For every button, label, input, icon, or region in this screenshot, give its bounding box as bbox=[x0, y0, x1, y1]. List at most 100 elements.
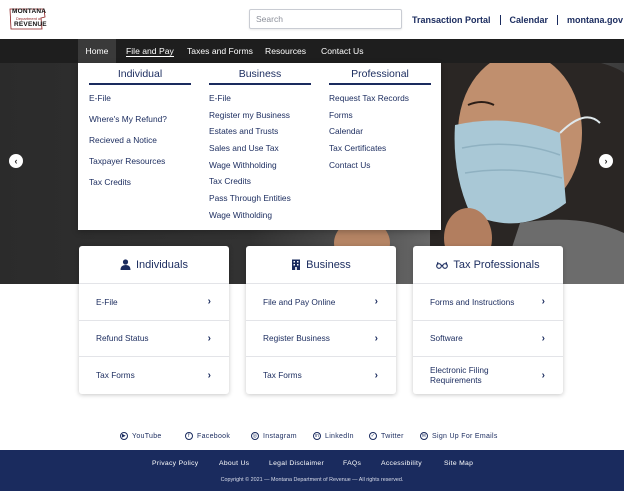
linkedin-icon: in bbox=[313, 432, 321, 440]
dropdown-link[interactable]: Taxpayer Resources bbox=[89, 156, 191, 177]
dropdown-link[interactable]: Recieved a Notice bbox=[89, 135, 191, 156]
dropdown-link[interactable]: Tax Credits bbox=[89, 177, 191, 198]
chevron-right-icon: › bbox=[541, 369, 545, 381]
footer-link-faqs[interactable]: FAQs bbox=[343, 460, 361, 467]
dropdown-link[interactable]: E-File bbox=[89, 93, 191, 114]
dropdown-link[interactable]: Wage Withholding bbox=[209, 160, 311, 177]
dropdown-link[interactable]: Sales and Use Tax bbox=[209, 143, 311, 160]
chevron-right-icon: › bbox=[374, 296, 378, 308]
nav-resources[interactable]: Resources bbox=[265, 39, 306, 63]
instagram-icon: ◎ bbox=[251, 432, 259, 440]
card-header: Tax Professionals bbox=[413, 246, 563, 284]
nav-taxes-and-forms[interactable]: Taxes and Forms bbox=[187, 39, 253, 63]
dropdown-heading-business: Business bbox=[238, 68, 282, 80]
dropdown-link[interactable]: E-File bbox=[209, 93, 311, 110]
twitter-link[interactable]: ✓ Twitter bbox=[369, 432, 404, 440]
facebook-icon: f bbox=[185, 432, 193, 440]
dropdown-link[interactable]: Pass Through Entities bbox=[209, 193, 311, 210]
montana-gov-link[interactable]: montana.gov bbox=[567, 15, 623, 25]
card-link-label: Electronic Filing Requirements bbox=[430, 365, 489, 386]
facebook-link[interactable]: f Facebook bbox=[185, 432, 230, 440]
card-header: Business bbox=[246, 246, 396, 284]
card-link-label: Forms and Instructions bbox=[430, 296, 515, 307]
dropdown-link[interactable]: Tax Certificates bbox=[329, 143, 431, 160]
card-title: Tax Professionals bbox=[453, 258, 540, 271]
card-link-label: Refund Status bbox=[96, 333, 149, 344]
dropdown-col-business: Business E-File Register my Business Est… bbox=[209, 68, 311, 227]
divider bbox=[557, 15, 559, 25]
twitter-icon: ✓ bbox=[369, 432, 377, 440]
calendar-link[interactable]: Calendar bbox=[510, 15, 549, 25]
dropdown-link[interactable]: Wage Witholding bbox=[209, 210, 311, 227]
youtube-link[interactable]: ▶ YouTube bbox=[120, 432, 162, 440]
social-label: LinkedIn bbox=[325, 432, 354, 440]
card-individuals: Individuals E-File › Refund Status › Tax F… bbox=[79, 246, 229, 394]
card-link-label: File and Pay Online bbox=[263, 296, 336, 307]
card-link-tax-forms[interactable]: Tax Forms › bbox=[246, 357, 396, 394]
divider bbox=[329, 83, 431, 85]
card-link-e-file[interactable]: E-File › bbox=[79, 284, 229, 321]
card-title: Individuals bbox=[136, 258, 188, 271]
card-business: Business File and Pay Online › Register B… bbox=[246, 246, 396, 394]
dropdown-link[interactable]: Where's My Refund? bbox=[89, 114, 191, 135]
divider bbox=[209, 83, 311, 85]
social-label: Facebook bbox=[197, 432, 231, 440]
linkedin-link[interactable]: in LinkedIn bbox=[313, 432, 354, 440]
glasses-icon bbox=[436, 261, 449, 269]
email-icon: ✉ bbox=[420, 432, 428, 440]
social-label: Twitter bbox=[381, 432, 404, 440]
card-link-label: Register Business bbox=[263, 333, 330, 344]
montana-revenue-logo[interactable]: MONTANA Department of REVENUE bbox=[8, 7, 48, 33]
footer-link-privacy-policy[interactable]: Privacy Policy bbox=[152, 460, 199, 467]
dropdown-link[interactable]: Forms bbox=[329, 110, 431, 127]
search-input[interactable] bbox=[249, 9, 402, 29]
dropdown-link[interactable]: Contact Us bbox=[329, 160, 431, 177]
carousel-prev-button[interactable]: ‹ bbox=[9, 154, 23, 168]
instagram-link[interactable]: ◎ Instagram bbox=[251, 432, 297, 440]
file-and-pay-dropdown: Individual E-File Where's My Refund? Rec… bbox=[78, 63, 441, 230]
card-link-label: Tax Forms bbox=[263, 370, 302, 381]
card-link-forms-and-instructions[interactable]: Forms and Instructions › bbox=[413, 284, 563, 321]
dropdown-link[interactable]: Calendar bbox=[329, 126, 431, 143]
social-label: YouTube bbox=[132, 432, 162, 440]
card-link-label: Tax Forms bbox=[96, 370, 135, 381]
dropdown-link[interactable]: Estates and Trusts bbox=[209, 126, 311, 143]
logo-text-revenue: REVENUE bbox=[14, 21, 47, 28]
chevron-right-icon: › bbox=[541, 296, 545, 308]
nav-contact-us[interactable]: Contact Us bbox=[321, 39, 364, 63]
footer-link-about-us[interactable]: About Us bbox=[219, 460, 249, 467]
copyright-text: Copyright © 2021 — Montana Department of… bbox=[220, 477, 404, 483]
chevron-right-icon: › bbox=[541, 332, 545, 344]
divider bbox=[89, 83, 191, 85]
nav-home[interactable]: Home bbox=[78, 39, 116, 63]
card-tax-professionals: Tax Professionals Forms and Instructions… bbox=[413, 246, 563, 394]
chevron-right-icon: › bbox=[207, 332, 211, 344]
card-link-file-and-pay-online[interactable]: File and Pay Online › bbox=[246, 284, 396, 321]
card-link-refund-status[interactable]: Refund Status › bbox=[79, 321, 229, 357]
social-label: Instagram bbox=[263, 432, 297, 440]
card-link-tax-forms[interactable]: Tax Forms › bbox=[79, 357, 229, 394]
footer-link-accessibility[interactable]: Accessibility bbox=[381, 460, 422, 467]
chevron-right-icon: › bbox=[207, 369, 211, 381]
card-link-register-business[interactable]: Register Business › bbox=[246, 321, 396, 357]
footer-link-legal-disclaimer[interactable]: Legal Disclaimer bbox=[269, 460, 324, 467]
card-header: Individuals bbox=[79, 246, 229, 284]
card-link-electronic-filing-requirements[interactable]: Electronic Filing Requirements › bbox=[413, 357, 563, 394]
dropdown-link[interactable]: Request Tax Records bbox=[329, 93, 431, 110]
top-links: Transaction Portal Calendar montana.gov bbox=[412, 13, 623, 27]
dropdown-heading-professional: Professional bbox=[351, 68, 409, 80]
divider bbox=[499, 15, 501, 25]
chevron-right-icon: › bbox=[374, 332, 378, 344]
carousel-next-button[interactable]: › bbox=[599, 154, 613, 168]
nav-file-and-pay[interactable]: File and Pay bbox=[126, 39, 174, 63]
person-icon bbox=[120, 259, 131, 270]
dropdown-link[interactable]: Tax Credits bbox=[209, 176, 311, 193]
dropdown-col-individual: Individual E-File Where's My Refund? Rec… bbox=[89, 68, 191, 198]
transaction-portal-link[interactable]: Transaction Portal bbox=[412, 15, 491, 25]
dropdown-link[interactable]: Register my Business bbox=[209, 110, 311, 127]
email-signup-link[interactable]: ✉ Sign Up For Emails bbox=[420, 432, 498, 440]
footer-link-site-map[interactable]: Site Map bbox=[444, 460, 473, 467]
social-links: ▶ YouTube f Facebook ◎ Instagram in LinkedIn… bbox=[0, 432, 624, 446]
site-footer: Privacy Policy About Us Legal Disclaimer… bbox=[0, 450, 624, 491]
card-link-software[interactable]: Software › bbox=[413, 321, 563, 357]
